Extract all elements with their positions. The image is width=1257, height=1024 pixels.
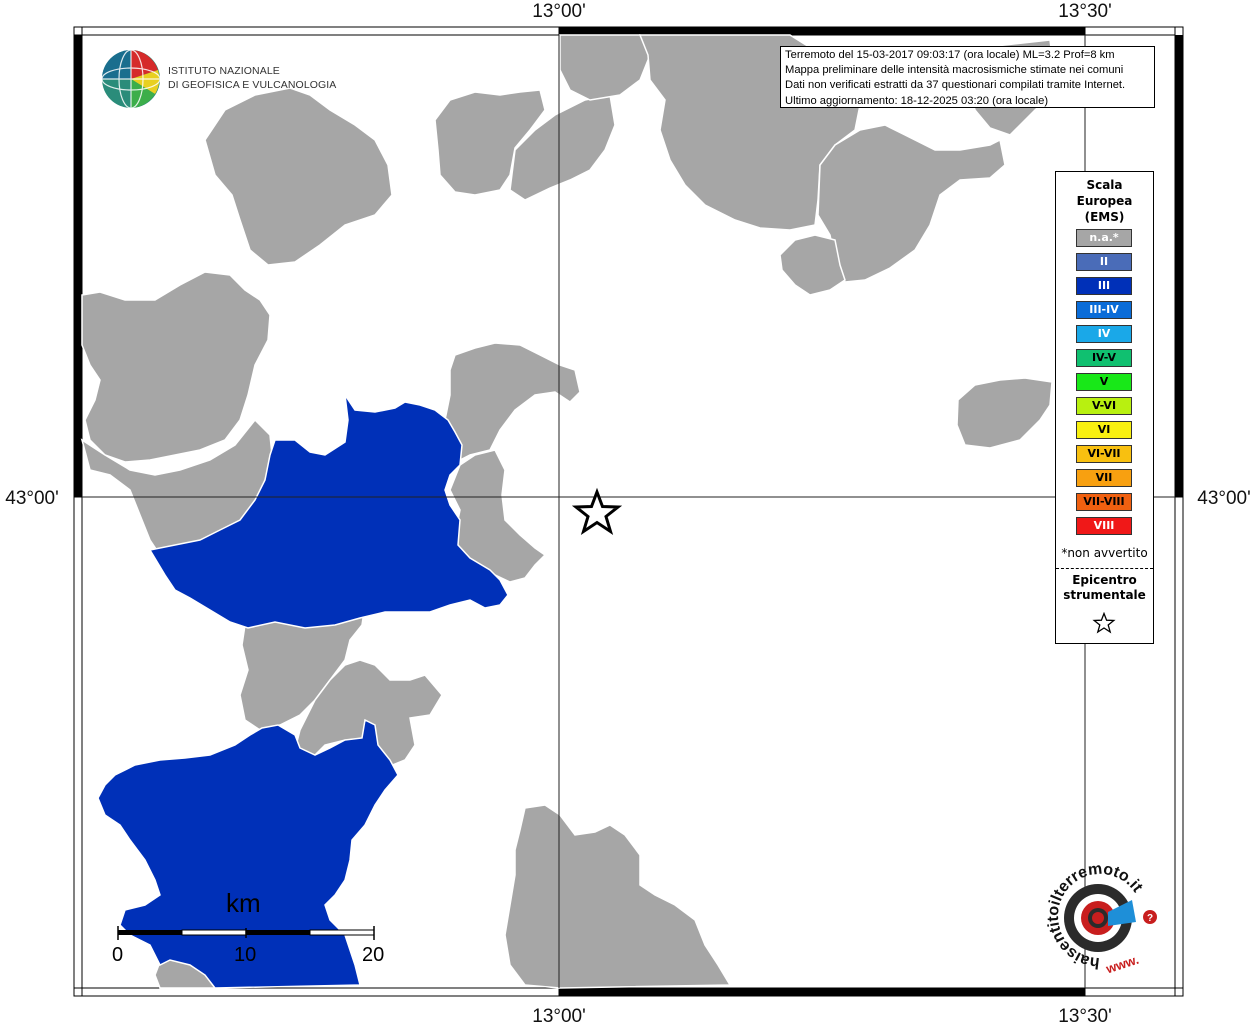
lon-label-bottom-right: 13°30' (1058, 1006, 1112, 1024)
lon-label-top-right: 13°30' (1058, 1, 1112, 22)
scale-unit: km (226, 888, 261, 918)
scale-bar-graphic (117, 926, 375, 940)
legend-epicenter-line-1: Epicentro (1072, 573, 1137, 587)
legend-swatch: VI-VII (1076, 445, 1132, 463)
legend-title: Scala Europea (EMS) (1056, 177, 1153, 225)
legend-star-icon (1092, 612, 1116, 634)
legend-swatch: III-IV (1076, 301, 1132, 319)
scale-tick-10: 10 (234, 944, 257, 966)
legend-title-line-2: Europea (1076, 194, 1133, 208)
info-line-event: Terremoto del 15-03-2017 09:03:17 (ora l… (785, 49, 1115, 61)
lon-label-bottom-left: 13°00' (532, 1006, 586, 1024)
legend-swatch: VI (1076, 421, 1132, 439)
event-info-box: Terremoto del 15-03-2017 09:03:17 (ora l… (780, 46, 1155, 108)
ingv-line-1: ISTITUTO NAZIONALE (168, 65, 280, 77)
legend-swatch: III (1076, 277, 1132, 295)
ingv-line-2: DI GEOFISICA E VULCANOLOGIA (168, 79, 337, 91)
legend-swatch: IV-V (1076, 349, 1132, 367)
legend-separator (1056, 568, 1153, 569)
info-line-updated: Ultimo aggiornamento: 18-12-2025 03:20 (… (785, 94, 1049, 107)
hai-logo-www: www. (1103, 952, 1140, 977)
svg-text:?: ? (1147, 913, 1153, 924)
legend-swatch: IV (1076, 325, 1132, 343)
legend-swatch: V-VI (1076, 397, 1132, 415)
info-line-data: Dati non verificati estratti da 37 quest… (785, 79, 1126, 92)
ingv-globe-logo (101, 49, 161, 109)
legend-swatch: n.a.* (1076, 229, 1132, 247)
scale-tick-20: 20 (362, 944, 385, 966)
legend-swatch: VII (1076, 469, 1132, 487)
legend-epicenter-line-2: strumentale (1063, 588, 1146, 602)
legend-title-line-1: Scala (1086, 178, 1123, 192)
legend-epicenter-label: Epicentro strumentale (1056, 573, 1153, 603)
ems-legend: Scala Europea (EMS) n.a.* II III III-IV IV IV… (1055, 171, 1154, 644)
info-line-map: Mappa preliminare delle intensità macros… (785, 64, 1124, 77)
legend-swatch: II (1076, 253, 1132, 271)
lat-label-right: 43°00' (1197, 488, 1251, 509)
scale-bar: km 0 10 20 (108, 888, 388, 968)
lon-label-top-left: 13°00' (532, 1, 586, 22)
ingv-logo-text: ISTITUTO NAZIONALE DI GEOFISICA E VULCAN… (168, 64, 336, 92)
hai-sentito-terremoto-logo: ? haisentitoilterremoto.it www. (1045, 862, 1157, 977)
scale-tick-0: 0 (112, 944, 124, 966)
legend-swatch: VIII (1076, 517, 1132, 535)
legend-items: n.a.* II III III-IV IV IV-V V V-VI VI VI-VII VII VI… (1076, 229, 1132, 541)
legend-swatch: V (1076, 373, 1132, 391)
legend-swatch: VII-VIII (1076, 493, 1132, 511)
legend-title-line-3: (EMS) (1084, 210, 1125, 224)
legend-note: *non avvertito (1061, 546, 1148, 560)
lat-label-left: 43°00' (5, 488, 59, 509)
